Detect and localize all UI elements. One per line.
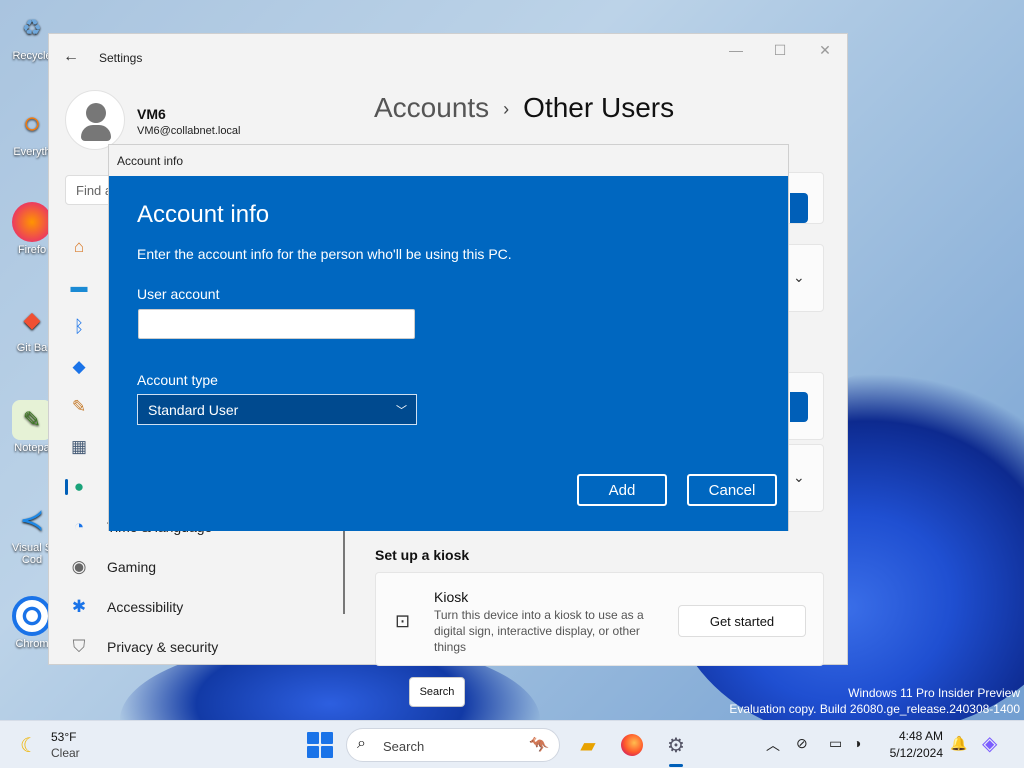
home-icon: ⌂ <box>73 237 85 256</box>
taskbar-search-label: Search <box>383 739 425 754</box>
minimize-icon[interactable]: — <box>721 42 751 58</box>
user-account-label: User account <box>137 286 220 302</box>
volume-icon[interactable]: ◑ <box>853 735 861 751</box>
chevron-down-icon: ﹀ <box>396 405 407 417</box>
weather-temp[interactable]: 53°F <box>51 730 76 744</box>
sidebar-item-gaming[interactable]: ◉ Gaming <box>65 550 325 584</box>
breadcrumb-separator-icon: › <box>503 99 510 120</box>
watermark-line: Evaluation copy. Build 26080.ge_release.… <box>729 702 1020 716</box>
sidebar-item-accessibility[interactable]: ✱ Accessibility <box>65 590 325 624</box>
settings-gear-icon[interactable]: ⚙ <box>661 730 691 760</box>
sidebar-item-label: Accessibility <box>107 599 184 615</box>
dialog-heading: Account info <box>137 201 270 228</box>
weather-condition[interactable]: Clear <box>51 746 80 760</box>
chevron-down-icon[interactable]: ⌄ <box>793 269 805 286</box>
chevron-down-icon[interactable]: ⌄ <box>793 469 805 486</box>
close-icon[interactable]: ✕ <box>810 42 840 59</box>
user-account-input[interactable] <box>138 309 415 339</box>
notification-bell-icon[interactable]: 🔔 <box>950 735 967 752</box>
sidebar-item-privacy[interactable]: ⛉ Privacy & security <box>65 630 325 664</box>
file-explorer-icon[interactable]: ▰ <box>573 730 603 760</box>
dialog-title-bar: Account info <box>109 145 788 176</box>
title-bar: ← Settings — ☐ ✕ <box>49 34 847 82</box>
vscode-icon: ≺ <box>19 503 45 537</box>
chevron-up-icon[interactable]: ︿ <box>766 735 780 755</box>
bluetooth-icon: ᛒ <box>73 317 85 336</box>
user-email: VM6@collabnet.local <box>137 125 241 137</box>
windows-logo-tile <box>321 732 333 744</box>
taskbar-search[interactable]: ⌕ Search 🦘 <box>346 728 560 762</box>
account-type-label: Account type <box>137 372 218 388</box>
sidebar-item-label: Gaming <box>107 559 157 575</box>
chrome-icon <box>12 596 52 636</box>
account-info-dialog: Account info Account info Enter the acco… <box>108 144 789 531</box>
apps-icon: ▦ <box>70 437 88 456</box>
page-title: Other Users <box>523 92 675 123</box>
maximize-icon[interactable]: ☐ <box>765 42 795 59</box>
firefox-icon <box>12 202 52 242</box>
add-button[interactable]: Add <box>577 474 667 506</box>
clock-date[interactable]: 5/12/2024 <box>883 746 943 760</box>
back-arrow-icon[interactable]: ← <box>63 48 79 66</box>
search-icon: ⌕ <box>357 735 366 752</box>
display-icon[interactable]: ▭ <box>829 735 842 752</box>
breadcrumb: Accounts › Other Users <box>374 92 674 124</box>
user-name: VM6 <box>137 106 166 122</box>
taskbar: ☾ 53°F Clear ⌕ Search 🦘 ▰ ⚙ ︿ ⊘ ▭ ◑ 4:48… <box>0 720 1024 768</box>
breadcrumb-accounts[interactable]: Accounts <box>374 92 489 123</box>
avatar[interactable] <box>65 90 125 150</box>
everything-search-icon: ○ <box>22 107 42 140</box>
watermark-line: Windows 11 Pro Insider Preview <box>848 686 1020 700</box>
account-type-value: Standard User <box>148 402 239 418</box>
notepad-icon: ✎ <box>12 400 52 440</box>
recycle-bin-icon: ♻ <box>22 15 42 40</box>
firefox-icon <box>621 734 643 756</box>
accounts-icon: ● <box>73 477 85 496</box>
network-icon: ◆ <box>72 357 86 376</box>
copilot-icon[interactable]: ◈ <box>982 731 997 756</box>
windows-logo-icon <box>307 732 319 744</box>
windows-watermark: Windows 11 Pro Insider Preview Evaluatio… <box>729 685 1020 717</box>
personalization-icon: ✎ <box>71 397 87 416</box>
app-title: Settings <box>99 51 143 65</box>
gaming-icon: ◉ <box>71 557 87 576</box>
add-account-button[interactable] <box>790 193 808 223</box>
kiosk-title: Kiosk <box>434 589 469 605</box>
network-off-icon[interactable]: ⊘ <box>796 735 808 752</box>
search-highlight-icon: 🦘 <box>529 737 549 754</box>
time-language-icon: ◔ <box>73 517 85 536</box>
cancel-button[interactable]: Cancel <box>687 474 777 506</box>
search-tooltip: Search <box>409 677 465 707</box>
section-heading: Set up a kiosk <box>375 547 470 563</box>
dialog-body: Account info Enter the account info for … <box>109 176 788 531</box>
accessibility-icon: ✱ <box>71 597 87 616</box>
privacy-shield-icon: ⛉ <box>72 637 86 656</box>
windows-logo-tile <box>321 746 333 758</box>
account-type-select[interactable]: Standard User ﹀ <box>137 394 417 425</box>
firefox-taskbar-icon[interactable] <box>617 730 647 760</box>
sidebar-item-label: Privacy & security <box>107 639 219 655</box>
windows-logo-tile <box>307 746 319 758</box>
add-account-button[interactable] <box>790 392 808 422</box>
start-button[interactable] <box>307 732 333 758</box>
moon-icon[interactable]: ☾ <box>20 733 38 758</box>
kiosk-icon: ⊡ <box>395 611 411 631</box>
dialog-subtitle: Enter the account info for the person wh… <box>137 246 512 262</box>
system-icon: ▬ <box>70 277 88 296</box>
active-app-indicator <box>669 764 683 767</box>
clock-time[interactable]: 4:48 AM <box>893 729 943 743</box>
kiosk-description: Turn this device into a kiosk to use as … <box>434 608 644 654</box>
get-started-button[interactable]: Get started <box>678 605 806 637</box>
git-bash-icon: ◆ <box>23 307 41 332</box>
